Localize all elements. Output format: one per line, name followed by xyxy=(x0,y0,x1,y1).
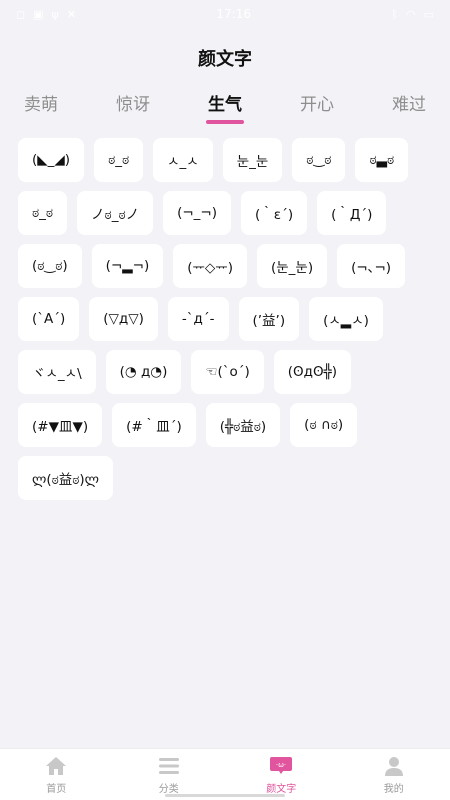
nav-kaomoji-label: 颜文字 xyxy=(266,783,297,795)
emoticon-chip[interactable]: (ಠ ∩ಠ) xyxy=(290,403,358,447)
tools-icon: ✕ xyxy=(66,7,77,21)
emoticon-chip[interactable]: (눈_눈) xyxy=(256,244,328,288)
emoticon-chip[interactable]: (#｀皿´) xyxy=(112,403,196,447)
tab-3[interactable]: 开心 xyxy=(300,86,334,115)
app-notification-icon: ▣ xyxy=(33,7,44,21)
emoticon-chip[interactable]: ㅅ_ㅅ xyxy=(153,138,213,182)
tab-0[interactable]: 卖萌 xyxy=(24,86,58,115)
tab-1[interactable]: 惊讶 xyxy=(116,86,150,115)
kaomoji-icon: ·ω· xyxy=(270,756,293,774)
user-icon xyxy=(384,756,403,776)
emoticon-chip[interactable]: 눈_눈 xyxy=(222,138,283,182)
emoticon-chip[interactable]: (`A´) xyxy=(18,297,80,341)
page-title: 颜文字 xyxy=(198,49,252,70)
status-bar: ◻ ▣ ψ ✕ 17:16 ᛒ ◠ ▭ xyxy=(0,0,450,28)
emoticon-chip[interactable]: (▽д▽) xyxy=(89,297,158,341)
emoticon-chip[interactable]: (¬▂¬) xyxy=(91,244,164,288)
emoticon-chip[interactable]: (#▼皿▼) xyxy=(18,403,103,447)
category-tabs: 卖萌 惊讶 生气 开心 难过 xyxy=(0,86,450,126)
nav-mine[interactable]: 我的 xyxy=(354,755,434,795)
emoticon-chip[interactable]: ಠ▃ಠ xyxy=(355,138,409,182)
home-indicator xyxy=(165,794,285,797)
menu-icon xyxy=(158,757,179,774)
emoticon-chip[interactable]: ಠ‿ಠ xyxy=(292,138,346,182)
status-left: ◻ ▣ ψ ✕ xyxy=(16,8,76,21)
emoticon-chip[interactable]: (｀Д´) xyxy=(317,191,387,235)
emoticon-chip[interactable]: (｀ε´) xyxy=(241,191,308,235)
emoticon-chip[interactable]: ノಠ_ಠノ xyxy=(77,191,154,235)
emoticon-chip[interactable]: (ಠ‿ಠ) xyxy=(18,244,82,288)
emoticon-chip[interactable]: ಠ_ಠ xyxy=(94,138,144,182)
tab-4[interactable]: 难过 xyxy=(392,86,426,115)
emoticon-chip[interactable]: (ʘдʘ╬) xyxy=(273,350,352,394)
emoticon-chip[interactable]: ヾㅅ_ㅅ\ xyxy=(18,350,96,394)
emoticon-chip[interactable]: ☜(`o´) xyxy=(191,350,264,394)
battery-icon: ▭ xyxy=(423,7,434,21)
emoticon-chip[interactable]: (ㅅ▂ㅅ) xyxy=(309,297,383,341)
notification-icon: ◻ xyxy=(16,7,26,21)
nav-category[interactable]: 分类 xyxy=(129,755,209,795)
status-right: ᛒ ◠ ▭ xyxy=(391,8,434,21)
status-time: 17:16 xyxy=(216,7,251,21)
nav-category-label: 分类 xyxy=(158,783,179,795)
bluetooth-icon: ᛒ xyxy=(391,7,398,21)
emoticon-chip[interactable]: ლ(ಠ益ಠ)ლ xyxy=(18,456,114,500)
emoticon-chip[interactable]: (╬ಠ益ಠ) xyxy=(205,403,281,447)
home-icon xyxy=(46,756,67,775)
emoticon-chip[interactable]: (◣_◢) xyxy=(18,138,85,182)
emoticon-chip[interactable]: -`д´- xyxy=(167,297,229,341)
tab-2[interactable]: 生气 xyxy=(208,86,242,115)
emoticon-chip[interactable]: (¬_¬) xyxy=(163,191,232,235)
header: 颜文字 xyxy=(0,30,450,86)
emoticon-chip[interactable]: (ᅲ◇ᅲ) xyxy=(173,244,247,288)
emoticon-chip[interactable]: ಠ_ಠ xyxy=(18,191,68,235)
nav-home-label: 首页 xyxy=(46,783,67,795)
nav-kaomoji[interactable]: ·ω· 颜文字 xyxy=(241,755,321,795)
emoticon-grid: (◣_◢) ಠ_ಠ ㅅ_ㅅ 눈_눈 ಠ‿ಠ ಠ▃ಠ ಠ_ಠ ノಠ_ಠノ (¬_¬) (｀ε´) (｀… xyxy=(0,126,450,500)
bottom-nav: 首页 分类 ·ω· 颜文字 我的 xyxy=(0,748,450,800)
emoticon-chip[interactable]: (¬､¬) xyxy=(337,244,406,288)
wifi-icon: ◠ xyxy=(405,7,416,21)
emoticon-chip[interactable]: (’益’) xyxy=(238,297,300,341)
nav-home[interactable]: 首页 xyxy=(16,755,96,795)
usb-icon: ψ xyxy=(51,7,59,21)
emoticon-chip[interactable]: (◔ д◔) xyxy=(105,350,182,394)
svg-text:·ω·: ·ω· xyxy=(276,761,286,769)
nav-mine-label: 我的 xyxy=(383,783,404,795)
